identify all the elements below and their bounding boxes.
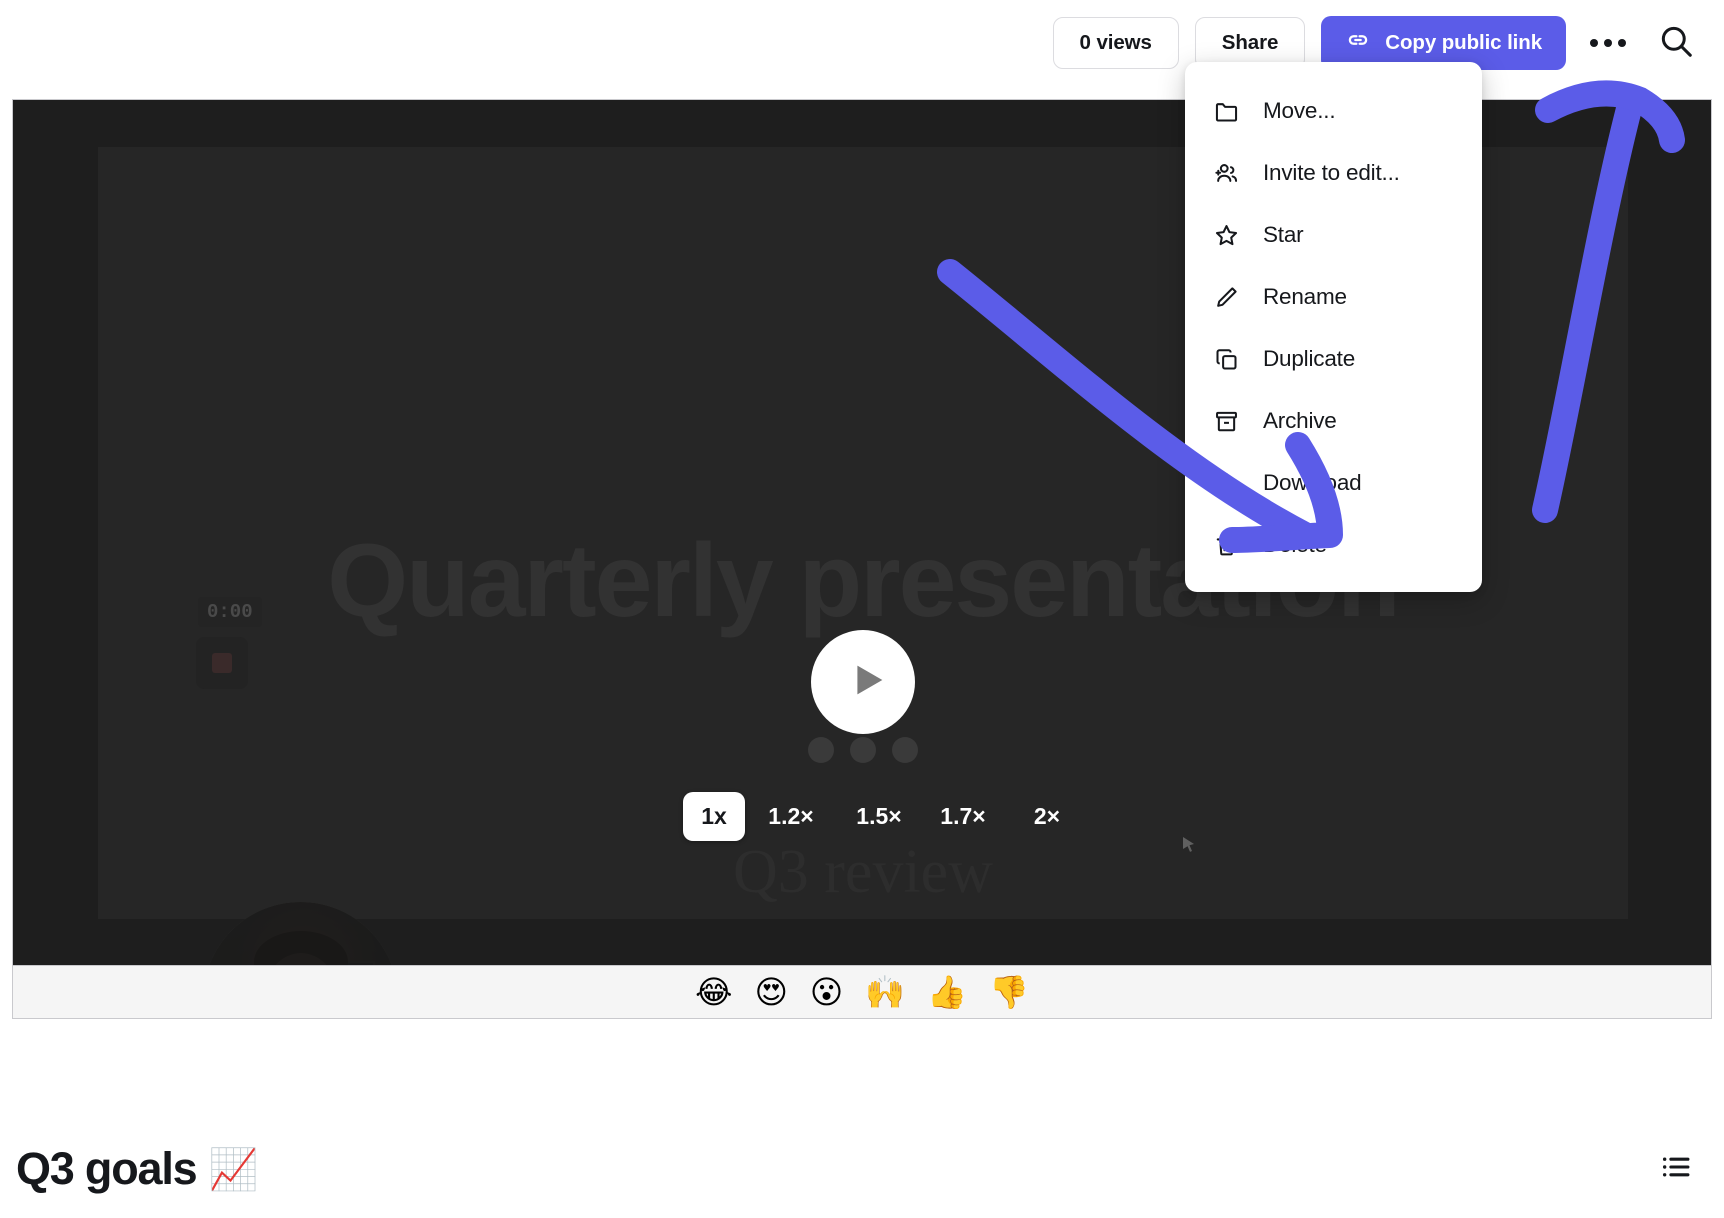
menu-item-duplicate-label: Duplicate	[1263, 346, 1356, 371]
search-icon	[1657, 22, 1695, 65]
menu-item-archive[interactable]: Archive	[1185, 390, 1482, 452]
webcam-dim-overlay	[203, 902, 398, 965]
play-button[interactable]	[811, 630, 915, 734]
chart-increasing-icon: 📈	[208, 1146, 258, 1193]
menu-item-delete-label: Delete	[1263, 532, 1327, 557]
menu-item-delete[interactable]: Delete	[1185, 514, 1482, 576]
document-title[interactable]: Q3 goals 📈	[16, 1143, 258, 1195]
rail-row-crop: Crop	[1615, 622, 1711, 678]
speed-option-1.7x[interactable]: 1.7×	[921, 792, 1005, 841]
copy-public-link-label: Copy public link	[1385, 31, 1542, 54]
more-options-button[interactable]	[1582, 17, 1634, 69]
menu-item-rename[interactable]: Rename	[1185, 266, 1482, 328]
archive-icon	[1211, 406, 1241, 436]
play-icon	[837, 657, 890, 708]
video-watermark-subtitle: Q3 review	[733, 838, 993, 906]
link-icon	[1345, 27, 1371, 59]
menu-item-star-label: Star	[1263, 222, 1304, 247]
pencil-icon	[1211, 282, 1241, 312]
search-button[interactable]	[1650, 17, 1702, 69]
app-page: 0 views Share Copy public link Quarterly…	[0, 0, 1724, 1218]
reactions-bar: 😂 😍 😮 🙌 👍 👎	[12, 966, 1712, 1019]
reaction-thumbs-down[interactable]: 👎	[989, 976, 1029, 1008]
speed-option-1.5x[interactable]: 1.5×	[837, 792, 921, 841]
reaction-thumbs-up[interactable]: 👍	[927, 976, 967, 1008]
menu-item-invite-to-edit[interactable]: Invite to edit...	[1185, 142, 1482, 204]
download-icon	[1211, 468, 1241, 498]
record-indicator	[196, 637, 248, 689]
reaction-raised-hands[interactable]: 🙌	[865, 976, 905, 1008]
mouse-cursor-icon	[1183, 837, 1195, 853]
webcam-overlay[interactable]	[203, 902, 398, 965]
star-icon	[1211, 220, 1241, 250]
menu-item-star[interactable]: Star	[1185, 204, 1482, 266]
trash-icon	[1211, 530, 1241, 560]
reaction-surprised[interactable]: 😮	[810, 976, 843, 1008]
menu-item-download[interactable]: Download	[1185, 452, 1482, 514]
bulleted-list-button[interactable]	[1654, 1147, 1698, 1191]
more-options-menu: Move... Invite to edit... Star Rename Du…	[1185, 62, 1482, 592]
rail-row-trim: Trim	[1615, 536, 1711, 592]
loading-dots-icon	[808, 737, 918, 763]
menu-item-download-label: Download	[1263, 470, 1362, 495]
speed-option-1.2x[interactable]: 1.2×	[745, 792, 837, 841]
copy-icon	[1211, 344, 1241, 374]
rail-row-thumbnail: Thumbnail	[1615, 708, 1711, 764]
speed-option-2x[interactable]: 2×	[1005, 792, 1089, 841]
editor-tool-rail: Filters Trim Crop	[1615, 430, 1711, 764]
menu-item-move-label: Move...	[1263, 98, 1336, 123]
ellipsis-icon	[1590, 39, 1626, 47]
bulleted-list-icon	[1659, 1150, 1693, 1189]
rail-row-filters: Filters	[1615, 450, 1711, 506]
people-add-icon	[1211, 158, 1241, 188]
menu-item-invite-to-edit-label: Invite to edit...	[1263, 160, 1400, 185]
views-button[interactable]: 0 views	[1052, 17, 1179, 69]
menu-item-rename-label: Rename	[1263, 284, 1347, 309]
folder-icon	[1211, 96, 1241, 126]
document-title-text: Q3 goals	[16, 1143, 198, 1194]
menu-item-move[interactable]: Move...	[1185, 80, 1482, 142]
reaction-heart-eyes[interactable]: 😍	[755, 976, 788, 1008]
menu-item-archive-label: Archive	[1263, 408, 1337, 433]
reaction-joy[interactable]: 😂	[695, 976, 732, 1008]
document-footer: Q3 goals 📈	[0, 1120, 1724, 1218]
playback-speed-controls: 1x 1.2× 1.5× 1.7× 2×	[683, 792, 1089, 841]
video-timestamp: 0:00	[198, 597, 262, 627]
menu-item-duplicate[interactable]: Duplicate	[1185, 328, 1482, 390]
speed-option-1x[interactable]: 1x	[683, 792, 745, 841]
